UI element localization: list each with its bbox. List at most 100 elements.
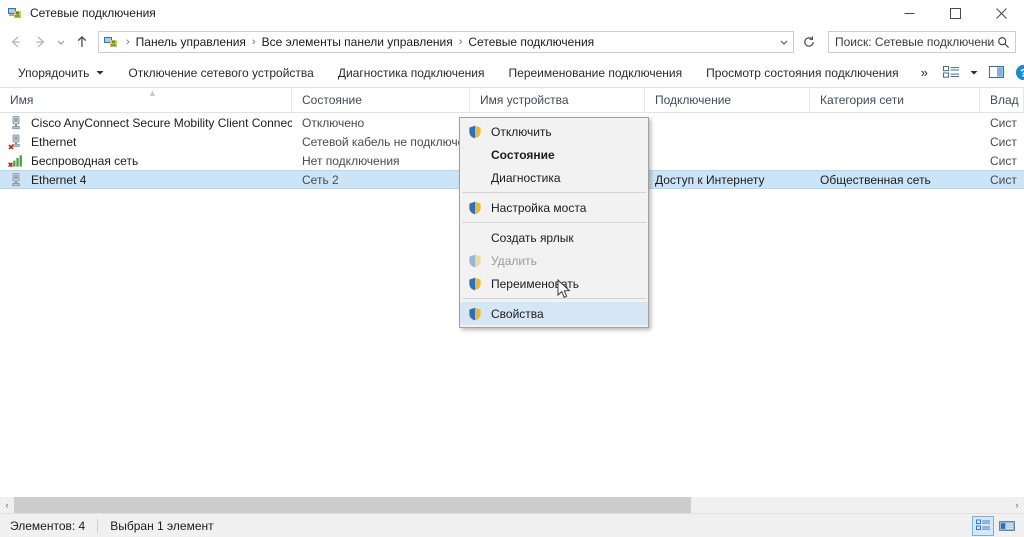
- rename-connection-button[interactable]: Переименование подключения: [497, 59, 695, 87]
- row-name-label: Ethernet: [31, 134, 77, 149]
- connections-list: Cisco AnyConnect Secure Mobility Client …: [0, 113, 1024, 497]
- item-count-label: Элементов: 4: [10, 518, 86, 533]
- column-header-name[interactable]: Имя ▲: [0, 88, 292, 112]
- history-chevron-icon[interactable]: [52, 30, 70, 54]
- details-view-icon[interactable]: [972, 515, 994, 536]
- sort-ascending-icon: ▲: [148, 88, 157, 98]
- row-name-cell[interactable]: Ethernet 4: [0, 172, 292, 188]
- tiles-view-icon[interactable]: [996, 516, 1018, 536]
- row-status-cell: Сеть 2: [302, 172, 339, 187]
- minimize-button[interactable]: [886, 0, 932, 26]
- context-menu-item-label: Свойства: [491, 306, 544, 321]
- context-menu: Отключить Состояние Диагностика Настройк…: [459, 117, 649, 328]
- breadcrumb-item-control-panel[interactable]: Панель управления: [134, 35, 248, 49]
- status-divider: [97, 518, 99, 533]
- row-owner-cell: Сист: [990, 153, 1017, 168]
- disable-network-device-button[interactable]: Отключение сетевого устройства: [116, 59, 325, 87]
- organize-button[interactable]: Упорядочить: [6, 59, 116, 87]
- network-connections-icon: [7, 5, 23, 21]
- row-connectivity-cell: Доступ к Интернету: [655, 172, 765, 187]
- scrollbar-track[interactable]: [14, 497, 1010, 513]
- context-menu-item-label: Создать ярлык: [491, 230, 574, 245]
- breadcrumb-item-network-connections[interactable]: Сетевые подключения: [466, 35, 596, 49]
- svg-text:?: ?: [1020, 67, 1024, 79]
- chevron-down-icon: [96, 70, 104, 76]
- breadcrumb-item-all-items[interactable]: Все элементы панели управления: [260, 35, 455, 49]
- context-menu-separator: [462, 222, 646, 223]
- row-status-cell: Нет подключения: [302, 153, 400, 168]
- address-bar: › Панель управления › Все элементы панел…: [0, 26, 1024, 58]
- search-icon: [997, 36, 1010, 49]
- horizontal-scrollbar[interactable]: ‹ ›: [0, 497, 1024, 513]
- row-owner-cell: Сист: [990, 115, 1017, 130]
- context-menu-item-diagnose[interactable]: Диагностика: [460, 166, 648, 189]
- context-menu-separator: [462, 192, 646, 193]
- view-chevron-down-icon[interactable]: [965, 59, 983, 87]
- shield-icon: [467, 124, 483, 140]
- shield-icon: [467, 306, 483, 322]
- scrollbar-thumb[interactable]: [14, 497, 692, 513]
- help-icon[interactable]: ?: [1010, 59, 1024, 87]
- shield-icon: [467, 200, 483, 216]
- context-menu-item-label: Переименовать: [491, 276, 579, 291]
- row-status-cell: Сетевой кабель не подключен: [302, 134, 470, 149]
- view-connection-status-button[interactable]: Просмотр состояния подключения: [694, 59, 910, 87]
- wireless-icon: [8, 153, 24, 169]
- context-menu-item-label: Удалить: [491, 253, 537, 268]
- status-bar: Элементов: 4 Выбран 1 элемент: [0, 513, 1024, 537]
- column-header-status[interactable]: Состояние: [292, 88, 470, 112]
- scroll-left-arrow-icon[interactable]: ‹: [0, 497, 14, 513]
- close-button[interactable]: [978, 0, 1024, 26]
- forward-arrow-icon[interactable]: [28, 30, 52, 54]
- command-bar: Упорядочить Отключение сетевого устройст…: [0, 58, 1024, 88]
- context-menu-item-properties[interactable]: Свойства: [460, 302, 648, 325]
- row-category-cell: Общественная сеть: [820, 172, 931, 187]
- maximize-button[interactable]: [932, 0, 978, 26]
- back-arrow-icon[interactable]: [4, 30, 28, 54]
- diagnose-connection-button[interactable]: Диагностика подключения: [326, 59, 497, 87]
- context-menu-item-status[interactable]: Состояние: [460, 143, 648, 166]
- ethernet-icon: [8, 172, 24, 188]
- breadcrumb-separator: ›: [126, 35, 130, 48]
- column-header-device-name[interactable]: Имя устройства: [470, 88, 645, 112]
- toolbar-overflow-button[interactable]: »: [911, 65, 938, 80]
- list-view-icon[interactable]: [938, 59, 965, 87]
- context-menu-item-disable[interactable]: Отключить: [460, 120, 648, 143]
- control-panel-icon: [103, 34, 119, 50]
- row-owner-cell: Сист: [990, 172, 1017, 187]
- context-menu-item-bridge-setup[interactable]: Настройка моста: [460, 196, 648, 219]
- context-menu-item-create-shortcut[interactable]: Создать ярлык: [460, 226, 648, 249]
- network-connections-window: Сетевые подключения › Панель управления …: [0, 0, 1024, 537]
- column-header-name-label: Имя: [10, 93, 34, 107]
- breadcrumb-separator: ›: [458, 35, 463, 48]
- selection-label: Выбран 1 элемент: [110, 518, 214, 533]
- preview-pane-icon[interactable]: [983, 59, 1010, 87]
- context-menu-item-label: Диагностика: [491, 170, 561, 185]
- context-menu-item-rename[interactable]: Переименовать: [460, 272, 648, 295]
- search-input[interactable]: [829, 35, 997, 49]
- scroll-right-arrow-icon[interactable]: ›: [1010, 497, 1024, 513]
- row-name-label: Беспроводная сеть: [31, 153, 139, 168]
- row-name-cell[interactable]: Беспроводная сеть: [0, 153, 292, 169]
- refresh-icon[interactable]: [798, 31, 820, 53]
- row-status-cell: Отключено: [302, 115, 365, 130]
- organize-label: Упорядочить: [18, 65, 90, 80]
- up-arrow-icon[interactable]: [70, 30, 94, 54]
- row-name-label: Ethernet 4: [31, 172, 87, 187]
- context-menu-item-label: Состояние: [491, 147, 555, 162]
- vpn-adapter-icon: [8, 115, 24, 131]
- context-menu-item-label: Настройка моста: [491, 200, 587, 215]
- shield-icon: [467, 276, 483, 292]
- row-name-cell[interactable]: Ethernet: [0, 134, 292, 150]
- row-name-cell[interactable]: Cisco AnyConnect Secure Mobility Client …: [0, 115, 292, 131]
- context-menu-item-label: Отключить: [491, 124, 552, 139]
- shield-icon: [467, 253, 483, 269]
- search-box[interactable]: [828, 31, 1016, 53]
- column-header-connectivity[interactable]: Подключение: [645, 88, 810, 112]
- context-menu-separator: [462, 298, 646, 299]
- breadcrumb[interactable]: › Панель управления › Все элементы панел…: [98, 31, 794, 53]
- column-header-owner[interactable]: Влад: [980, 88, 1024, 112]
- column-header-network-category[interactable]: Категория сети: [810, 88, 980, 112]
- window-title: Сетевые подключения: [30, 6, 156, 20]
- chevron-down-icon[interactable]: [775, 32, 793, 52]
